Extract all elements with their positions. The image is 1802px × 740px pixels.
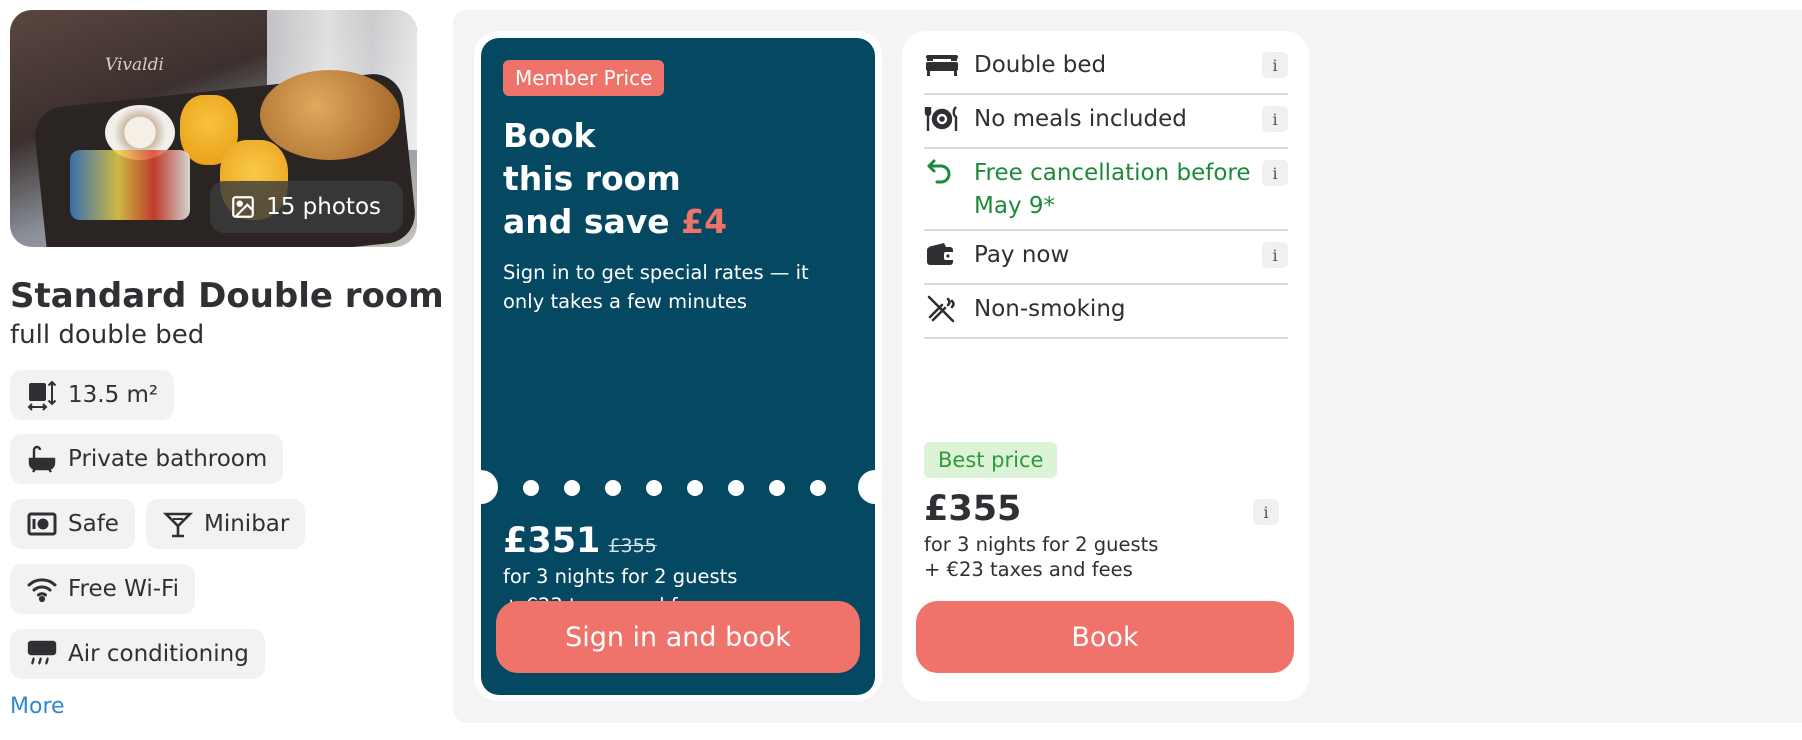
room-title: Standard Double room [10, 276, 444, 316]
room-size-icon [27, 380, 57, 411]
member-price-badge: Member Price [503, 60, 665, 96]
info-button[interactable]: i [1262, 106, 1288, 132]
feature-meals: No meals included i [924, 103, 1288, 149]
headline-line: this room [503, 159, 681, 198]
wifi-icon [27, 578, 57, 603]
room-subtitle: full double bed [10, 320, 205, 350]
undo-arrow-icon [927, 159, 951, 184]
no-smoking-icon [927, 295, 955, 323]
feature-text: Free cancellation before May 9* [974, 160, 1251, 219]
member-headline: Book this room and save £4 [503, 114, 863, 243]
feature-text: Pay now [974, 242, 1070, 268]
headline-text: and save [503, 202, 682, 241]
standard-price: £355 [924, 489, 1022, 529]
amenity-wifi: Free Wi-Fi [10, 564, 195, 614]
room-photo[interactable]: Vivaldi 15 photos [10, 10, 417, 247]
bathroom-label: Private bathroom [68, 446, 268, 472]
minibar-label: Minibar [204, 511, 290, 537]
photo-count-label: 15 photos [266, 194, 381, 220]
headline-saving: £4 [681, 202, 728, 241]
aircon-label: Air conditioning [68, 641, 249, 667]
air-conditioner-icon [27, 640, 57, 665]
standard-offer-card: Double bed i No meals included i Free ca… [902, 31, 1309, 701]
member-price-value: £351 [503, 521, 601, 561]
wallet-icon [927, 243, 954, 265]
sign-in-and-book-button[interactable]: Sign in and book [496, 601, 860, 673]
meal-icon [924, 106, 958, 131]
feature-cancellation: Free cancellation before May 9* i [924, 157, 1288, 231]
headline-line: Book [503, 116, 596, 155]
info-button[interactable]: i [1262, 242, 1288, 268]
bed-icon [926, 55, 958, 76]
price-info-button[interactable]: i [1253, 499, 1279, 525]
book-button[interactable]: Book [916, 601, 1294, 673]
headline-line: and save £4 [503, 200, 863, 243]
bathtub-icon [28, 445, 56, 473]
standard-taxes: + €23 taxes and fees [924, 558, 1133, 581]
more-amenities-link[interactable]: More [10, 694, 65, 719]
photo-count-button[interactable]: 15 photos [210, 181, 403, 233]
amenity-minibar: Minibar [146, 499, 306, 549]
room-size-label: 13.5 m² [68, 382, 159, 408]
member-price: £351 £355 [503, 521, 657, 561]
info-button[interactable]: i [1262, 160, 1288, 186]
member-description: Sign in to get special rates — it only t… [503, 261, 809, 313]
photo-bread [260, 70, 400, 160]
feature-text: Double bed [974, 52, 1107, 78]
member-offer-card: Member Price Book this room and save £4 … [481, 38, 875, 695]
ticket-notch [858, 470, 875, 504]
ticket-notch [481, 470, 498, 504]
wifi-label: Free Wi-Fi [68, 576, 179, 602]
amenity-room-size: 13.5 m² [10, 370, 175, 420]
feature-text: Non-smoking [974, 296, 1126, 322]
ticket-perforation [523, 480, 826, 496]
safe-label: Safe [68, 511, 119, 537]
photo-jam [70, 150, 190, 220]
feature-smoking: Non-smoking [924, 293, 1288, 339]
member-old-price: £355 [608, 535, 657, 557]
image-icon [232, 196, 254, 218]
best-price-badge: Best price [924, 442, 1058, 478]
feature-payment: Pay now i [924, 239, 1288, 285]
amenity-safe: Safe [10, 499, 135, 549]
feature-text: No meals included [974, 106, 1187, 132]
amenity-aircon: Air conditioning [10, 629, 265, 679]
cocktail-icon [162, 512, 194, 538]
standard-nights: for 3 nights for 2 guests [924, 533, 1159, 556]
member-nights: for 3 nights for 2 guests [503, 565, 738, 588]
feature-bed: Double bed i [924, 49, 1288, 95]
photo-brand-logo: Vivaldi [105, 55, 164, 75]
info-button[interactable]: i [1262, 52, 1288, 78]
safe-icon [27, 512, 57, 536]
amenity-bathroom: Private bathroom [10, 434, 284, 484]
